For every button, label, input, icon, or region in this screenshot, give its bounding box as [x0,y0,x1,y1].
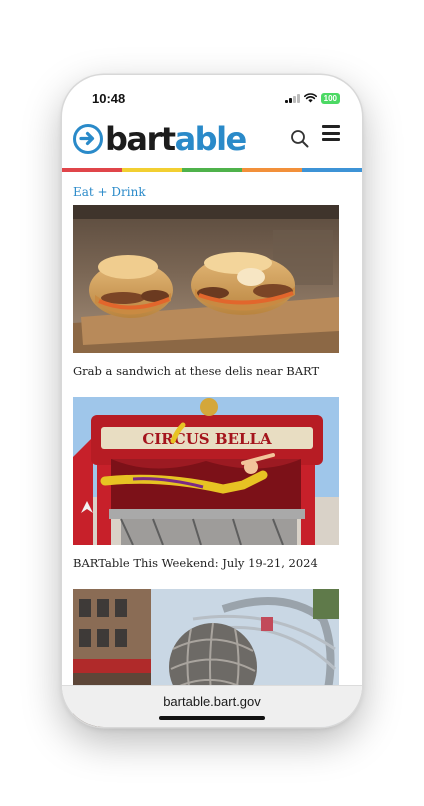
site-header: bartable [62,115,362,171]
article-title[interactable]: BARTable This Weekend: July 19-21, 2024 [73,556,339,572]
circus-photo[interactable]: CIRCUS BELLA [73,397,339,545]
wifi-icon [303,93,317,103]
menu-icon[interactable] [322,125,340,145]
circus-sign-text: CIRCUS BELLA [142,430,272,448]
url-display[interactable]: bartable.bart.gov [62,694,362,709]
signal-icon [285,93,300,103]
sandwich-photo[interactable] [73,205,339,353]
bartable-logo[interactable]: bartable [73,120,248,158]
color-stripe [62,168,362,172]
article-title[interactable]: Grab a sandwich at these delis near BART [73,364,339,380]
stripe-yellow [122,168,182,172]
stripe-red [62,168,122,172]
stripe-blue [302,168,362,172]
status-bar: 10:48 100 [62,75,362,115]
arrow-circle-icon [73,124,103,154]
stripe-green [182,168,242,172]
logo-wordmark: bartable [105,120,248,158]
logo-part-able: able [174,120,248,158]
status-icons: 100 [285,92,340,104]
article-card[interactable]: Grab a sandwich at these delis near BART [73,205,339,380]
search-icon[interactable] [290,129,310,149]
stripe-orange [242,168,302,172]
category-link[interactable]: Eat + Drink [73,185,339,199]
article-list: Eat + Drink Grab a sandwich at these del… [73,185,339,727]
logo-part-bart: bart [105,120,176,158]
browser-url-bar: bartable.bart.gov [62,685,362,727]
article-card[interactable]: CIRCUS BELLA BARTable This Weekend: July… [73,397,339,572]
phone-frame: 10:48 100 bartable Eat + Drink Grab a sa… [62,75,362,727]
status-time: 10:48 [92,90,126,106]
home-indicator[interactable] [159,716,265,720]
battery-icon: 100 [320,92,340,104]
